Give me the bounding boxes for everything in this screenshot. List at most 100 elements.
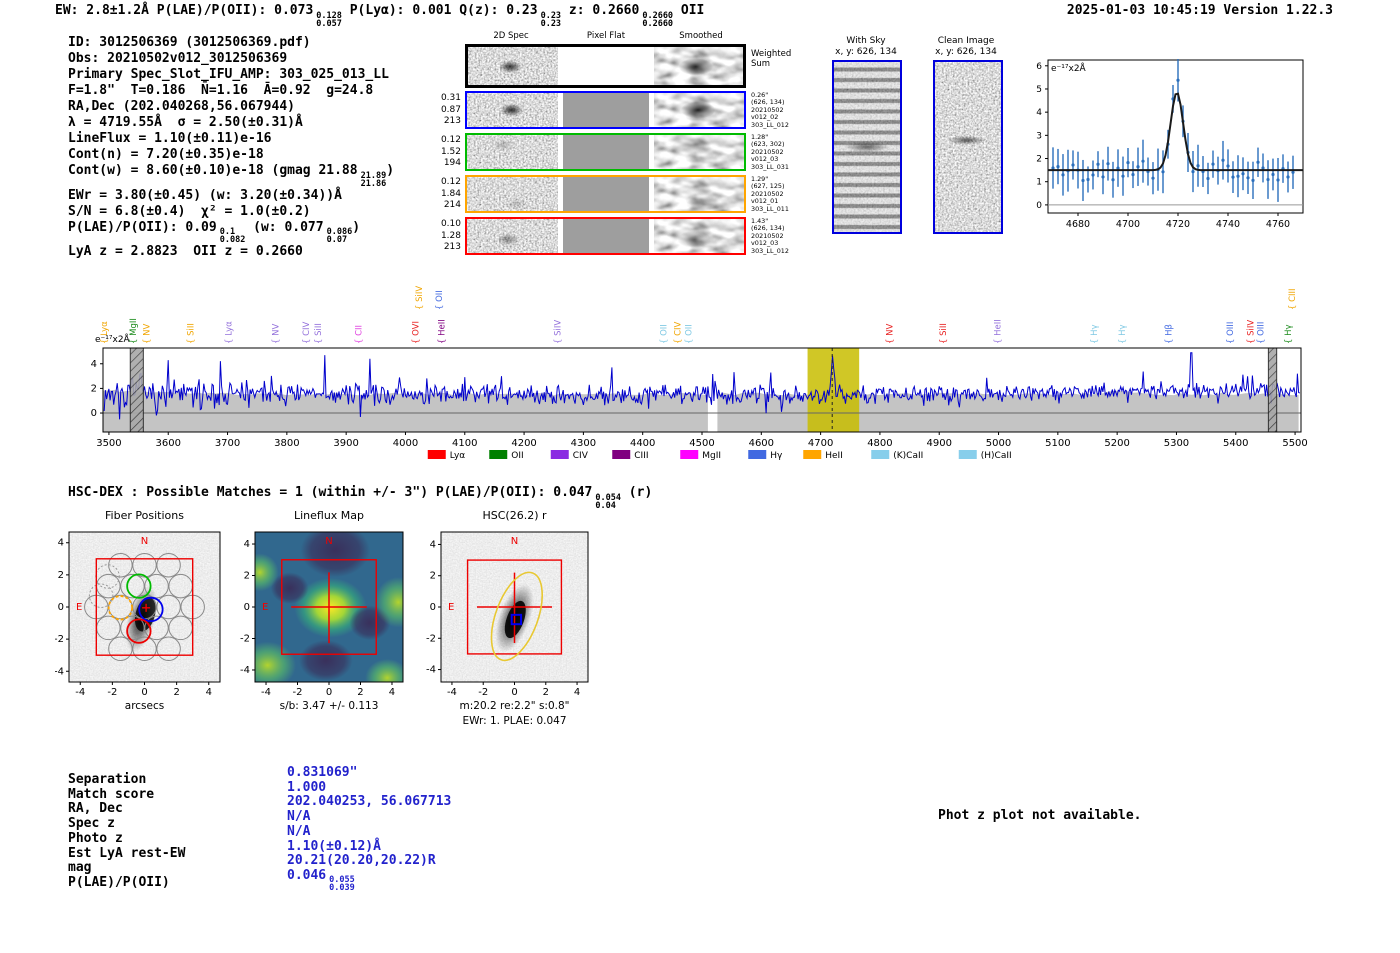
x-tick-label: 4900 bbox=[927, 438, 952, 449]
summary-header: EW: 2.8±1.2Å P(LAE)/P(OII): 0.073 0.128 0.… bbox=[55, 3, 704, 28]
line-label-SiIV: { SiIV bbox=[1247, 320, 1257, 344]
data-point bbox=[1241, 172, 1245, 176]
uncertainty-stack: 0.086 0.07 bbox=[326, 227, 353, 245]
cell-2dspec bbox=[467, 93, 558, 127]
text-segment: LyA z = 2.8823 OII z = 0.2660 bbox=[68, 244, 303, 259]
cell-pixelflat bbox=[562, 135, 650, 169]
row-left-labels: 0.10 1.28 213 bbox=[440, 219, 461, 252]
x-tick-label: 4760 bbox=[1266, 219, 1290, 230]
data-point bbox=[1106, 162, 1110, 166]
text-segment: λ = 4719.55Å σ = 2.50(±0.31)Å bbox=[68, 115, 303, 130]
cell-2dspec bbox=[467, 219, 558, 253]
data-point bbox=[1091, 173, 1095, 177]
cell-smoothed bbox=[654, 177, 744, 211]
legend-swatch bbox=[612, 450, 631, 459]
clean-image-title: Clean Image x, y: 626, 134 bbox=[935, 36, 997, 57]
line-label-HeII: { HeII bbox=[438, 319, 448, 344]
data-point bbox=[1136, 165, 1140, 169]
row-right-labels: 1.28" (623, 302) 20210502 v012_03 303_LL_031 bbox=[751, 133, 789, 171]
y-tick-label: 2 bbox=[91, 383, 97, 394]
data-point bbox=[1131, 173, 1135, 177]
data-point bbox=[1161, 170, 1165, 174]
y-tick-label: 3 bbox=[1036, 131, 1042, 141]
y-tick-label: 4 bbox=[244, 539, 250, 550]
signal-blob bbox=[467, 177, 558, 211]
legend-swatch bbox=[680, 450, 699, 459]
x-tick-label: 5200 bbox=[1104, 438, 1129, 449]
text-segment: Q(z): 0.23 bbox=[459, 3, 538, 18]
legend-label: Hγ bbox=[770, 451, 783, 461]
text-segment: N/A bbox=[287, 823, 311, 839]
table-row-label: Est LyA rest-EW bbox=[68, 845, 186, 861]
data-point bbox=[1126, 161, 1130, 165]
with-sky-image bbox=[832, 60, 902, 234]
table-row-value: N/A bbox=[287, 809, 451, 825]
x-tick-label: 4600 bbox=[749, 438, 774, 449]
cell-2dspec bbox=[467, 135, 558, 169]
match-table-values: 0.831069" 1.000 202.040253, 56.067713 N/A N/… bbox=[287, 765, 451, 893]
text-segment: RA,Dec (202.040268,56.067944) bbox=[68, 99, 295, 114]
x-tick-label: 4800 bbox=[867, 438, 892, 449]
line-label-SiII: { SiII bbox=[939, 323, 949, 344]
x-tick-label: -4 bbox=[75, 687, 85, 698]
x-tick-label: -2 bbox=[107, 687, 117, 698]
legend-label: HeII bbox=[825, 451, 843, 461]
signal-blob bbox=[654, 177, 744, 211]
grid-row bbox=[465, 175, 746, 213]
y-tick-label: 4 bbox=[1036, 108, 1042, 118]
text-segment: 202.040253, 56.067713 bbox=[287, 794, 452, 810]
info-line: ID: 3012506369 (3012506369.pdf) bbox=[68, 35, 394, 51]
data-point bbox=[1286, 175, 1290, 179]
line-label-OII: { OII bbox=[435, 290, 445, 310]
text-segment: z: 0.2660 bbox=[561, 3, 640, 18]
x-tick-label: 0 bbox=[511, 687, 517, 698]
text-segment: Cont(w) = 8.60(±0.10)e-18 (gmag 21.88 bbox=[68, 163, 358, 178]
info-line: Primary Spec_Slot_IFU_AMP: 303_025_013_L… bbox=[68, 67, 394, 83]
x-tick-label: 5300 bbox=[1164, 438, 1189, 449]
y-tick-label: 4 bbox=[58, 538, 64, 549]
uncertainty-stack: 21.89 21.86 bbox=[360, 170, 387, 189]
plot-frame bbox=[1047, 59, 1304, 214]
info-line: LineFlux = 1.10(±0.11)e-16 bbox=[68, 131, 394, 147]
row-right-labels: 0.26" (626, 134) 20210502 v012_02 303_LL_012 bbox=[751, 91, 789, 129]
cell-smoothed bbox=[654, 135, 744, 169]
with-sky-title: With Sky x, y: 626, 134 bbox=[835, 36, 897, 57]
text-segment: (w: 0.077 bbox=[245, 219, 324, 235]
line-label-CII: { CII bbox=[355, 325, 365, 344]
legend-swatch bbox=[427, 450, 446, 459]
signal-blob bbox=[654, 93, 744, 127]
grid-row bbox=[465, 91, 746, 129]
cell-smoothed bbox=[654, 93, 744, 127]
y-tick-label: 4 bbox=[91, 359, 97, 370]
plot-body bbox=[441, 532, 588, 682]
data-point bbox=[1246, 176, 1250, 180]
text-segment: ID: 3012506369 (3012506369.pdf) bbox=[68, 35, 311, 50]
info-line: Cont(w) = 8.60(±0.10)e-18 (gmag 21.88 21.… bbox=[68, 163, 394, 188]
x-tick-label: 3700 bbox=[215, 438, 240, 449]
cell-smoothed bbox=[654, 47, 743, 85]
data-point bbox=[1231, 175, 1235, 179]
table-row-value: 0.831069" bbox=[287, 765, 451, 781]
text-segment: ) bbox=[386, 163, 395, 178]
y-tick-label: 5 bbox=[1036, 85, 1042, 95]
x-tick-label: 2 bbox=[173, 687, 179, 698]
x-tick-label: 4680 bbox=[1066, 219, 1090, 230]
text-segment: 0.831069" bbox=[287, 765, 358, 780]
grid-row bbox=[465, 217, 746, 255]
data-point bbox=[1211, 162, 1215, 166]
x-tick-label: 4700 bbox=[808, 438, 833, 449]
y-tick-label: 2 bbox=[244, 571, 250, 582]
legend-label: MgII bbox=[702, 451, 721, 461]
y-tick-label: 0 bbox=[1036, 201, 1042, 211]
text-segment: OII bbox=[673, 3, 705, 18]
x-tick-label: 3900 bbox=[333, 438, 358, 449]
x-tick-label: 0 bbox=[326, 687, 332, 698]
table-row-value: 202.040253, 56.067713 bbox=[287, 795, 451, 810]
row-left-labels: 0.31 0.87 213 bbox=[440, 93, 461, 126]
line-label-NV: { NV bbox=[272, 324, 282, 344]
data-point bbox=[1141, 159, 1145, 163]
y-tick-label: -4 bbox=[426, 665, 436, 676]
data-point bbox=[1191, 169, 1195, 174]
x-tick-label: -4 bbox=[261, 687, 271, 698]
row-right-labels: 1.29" (627, 125) 20210502 v012_01 303_LL_011 bbox=[751, 175, 789, 213]
